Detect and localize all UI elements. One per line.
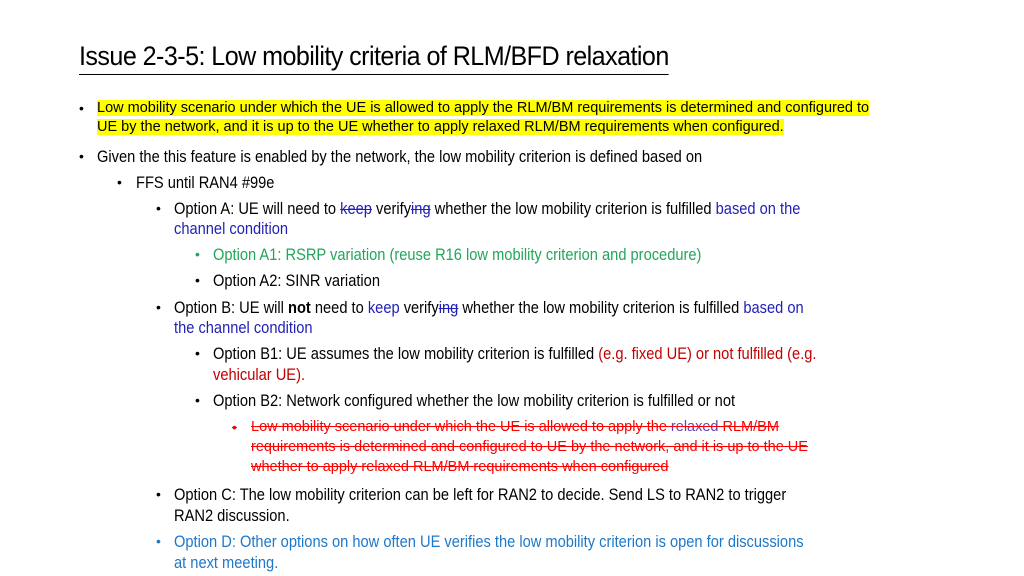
bullet-icon: • [79,100,84,116]
bullet-icon: • [232,419,237,435]
bullet-icon: • [156,486,161,502]
bullet-icon: • [156,200,161,216]
highlighted-note-line1: Low mobility scenario under which the UE… [97,100,870,116]
bullet-icon: • [195,246,200,262]
option-b-line1: Option B: UE will not need to keep verif… [174,299,804,317]
option-a1-text: Option A1: RSRP variation (reuse R16 low… [213,246,702,264]
option-b-line2: the channel condition [174,319,313,337]
option-a-line2: channel condition [174,220,289,238]
deleted-text: keep [340,200,372,218]
bullet-icon: • [195,272,200,288]
bullet-icon: • [156,533,161,549]
option-b2-text: Option B2: Network configured whether th… [213,392,736,410]
deleted-note-line1: Low mobility scenario under which the UE… [251,419,779,435]
option-d-line2: at next meeting. [174,554,279,572]
option-d-line1: Option D: Other options on how often UE … [174,533,804,551]
deleted-text: ing [438,299,459,317]
option-b1-line2: vehicular UE). [213,366,306,384]
bullet-icon: • [156,299,161,315]
bullet-icon: • [79,148,84,164]
bullet-icon: • [195,345,200,361]
deleted-note-line2: requirements is determined and configure… [251,439,808,455]
ffs-text: FFS until RAN4 #99e [136,174,275,192]
option-c-line2: RAN2 discussion. [174,507,290,525]
highlighted-note-line2: UE by the network, and it is up to the U… [97,119,784,135]
deleted-note-line3: whether to apply relaxed RLM/BM requirem… [251,459,669,475]
bullet-icon: • [195,392,200,408]
main-bullet-text: Given the this feature is enabled by the… [97,148,703,166]
deleted-text: ing [411,200,431,218]
option-a2-text: Option A2: SINR variation [213,272,380,290]
bullet-icon: • [117,174,122,190]
option-c-line1: Option C: The low mobility criterion can… [174,486,787,504]
slide-title: Issue 2-3-5: Low mobility criteria of RL… [79,38,669,75]
option-a-line1: Option A: UE will need to keep verifying… [174,200,801,218]
option-b1-line1: Option B1: UE assumes the low mobility c… [213,345,817,363]
